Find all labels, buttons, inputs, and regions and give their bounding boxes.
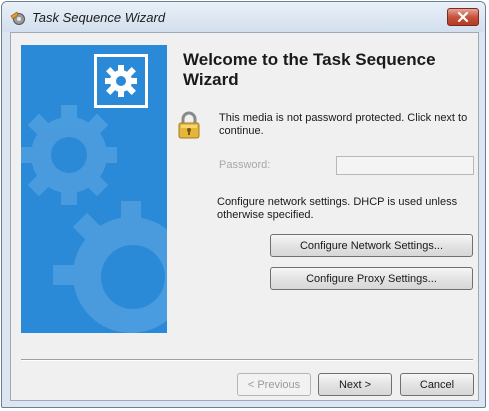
title-bar: Task Sequence Wizard: [2, 2, 485, 32]
cancel-button[interactable]: Cancel: [400, 373, 474, 396]
wizard-banner: [21, 45, 167, 333]
footer-divider: [21, 359, 473, 361]
network-settings-text: Configure network settings. DHCP is used…: [217, 196, 458, 221]
padlock-icon: [178, 111, 200, 139]
configure-proxy-settings-button[interactable]: Configure Proxy Settings...: [270, 267, 473, 290]
window-title: Task Sequence Wizard: [32, 10, 166, 25]
wizard-client-area: Welcome to the Task Sequence Wizard This…: [10, 32, 479, 401]
wizard-window: Task Sequence Wizard Welcome to the Task…: [1, 1, 486, 408]
close-icon: [457, 12, 469, 22]
previous-button[interactable]: < Previous: [237, 373, 311, 396]
wizard-app-icon: [10, 11, 25, 25]
gear-logo-box: [94, 54, 148, 108]
gear-icon: [105, 65, 137, 97]
password-input[interactable]: [336, 156, 474, 175]
password-label: Password:: [219, 159, 271, 171]
configure-network-settings-button[interactable]: Configure Network Settings...: [270, 234, 473, 257]
page-heading: Welcome to the Task Sequence Wizard: [183, 50, 436, 89]
next-button[interactable]: Next >: [318, 373, 392, 396]
close-button[interactable]: [447, 8, 479, 26]
password-status-text: This media is not password protected. Cl…: [219, 112, 468, 137]
